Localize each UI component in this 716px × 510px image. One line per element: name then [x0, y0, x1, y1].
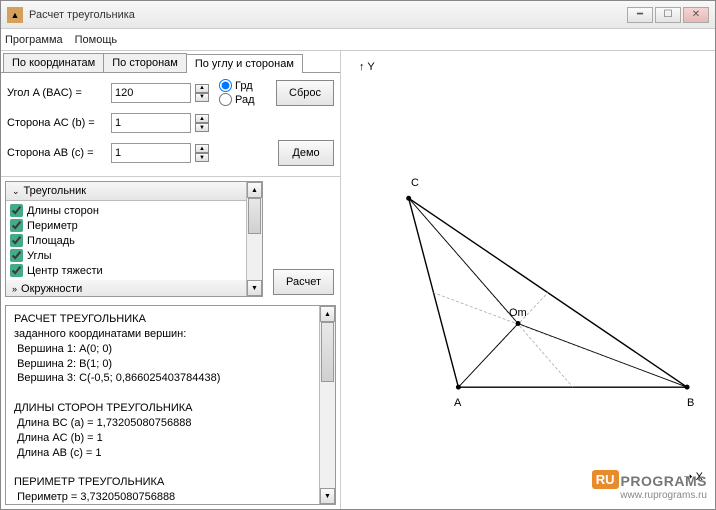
angle-spinner[interactable]: ▲▼ [195, 84, 209, 102]
side-ac-spinner[interactable]: ▲▼ [195, 114, 209, 132]
app-icon: ▲ [7, 7, 23, 23]
title-bar: ▲ Расчет треугольника ━ ☐ ✕ [1, 1, 715, 29]
check-angles[interactable]: Углы [10, 248, 242, 263]
output-text[interactable]: РАСЧЕТ ТРЕУГОЛЬНИКА заданного координата… [6, 306, 319, 504]
menu-help[interactable]: Помощь [75, 34, 118, 46]
triangle-canvas [349, 59, 707, 497]
close-button[interactable]: ✕ [683, 7, 709, 23]
centroid-label: Om [509, 307, 527, 319]
vertex-b-label: B [687, 397, 694, 409]
watermark: RUPROGRAMS www.ruprograms.ru [592, 470, 707, 501]
accordion-circles-header[interactable]: »Окружности [6, 280, 246, 296]
side-ab-input[interactable] [111, 143, 191, 163]
canvas-panel: ↑ Y ➝ X C A B Om RUPROGRAMS www.rup [341, 51, 715, 509]
accordion-scrollbar[interactable]: ▲ ▼ [246, 182, 262, 296]
input-panel: Угол A (BAC) = ▲▼ Грд Рад Сброс Сторона … [1, 73, 340, 177]
chevron-right-icon: » [12, 284, 17, 294]
tab-by-coords[interactable]: По координатам [3, 53, 104, 72]
options-accordion: ⌄Треугольник Длины сторон Периметр Площа… [5, 181, 263, 297]
menu-program[interactable]: Программа [5, 34, 63, 46]
accordion-triangle-header[interactable]: ⌄Треугольник [6, 182, 246, 201]
vertex-a-label: A [454, 397, 461, 409]
menu-bar: Программа Помощь [1, 29, 715, 51]
vertex-c-label: C [411, 177, 419, 189]
deg-radio[interactable]: Грд [219, 79, 255, 92]
minimize-button[interactable]: ━ [627, 7, 653, 23]
tabs: По координатам По сторонам По углу и сто… [1, 51, 340, 73]
check-sides[interactable]: Длины сторон [10, 203, 242, 218]
window-title: Расчет треугольника [29, 9, 627, 21]
output-panel: РАСЧЕТ ТРЕУГОЛЬНИКА заданного координата… [5, 305, 336, 505]
output-scrollbar[interactable]: ▲ ▼ [319, 306, 335, 504]
side-ab-spinner[interactable]: ▲▼ [195, 144, 209, 162]
tab-by-sides[interactable]: По сторонам [103, 53, 187, 72]
check-perimeter[interactable]: Периметр [10, 218, 242, 233]
chevron-down-icon: ⌄ [12, 186, 20, 197]
side-ab-label: Сторона AB (c) = [7, 147, 107, 159]
rad-radio[interactable]: Рад [219, 93, 255, 106]
check-area[interactable]: Площадь [10, 233, 242, 248]
angle-label: Угол A (BAC) = [7, 87, 107, 99]
maximize-button[interactable]: ☐ [655, 7, 681, 23]
angle-input[interactable] [111, 83, 191, 103]
demo-button[interactable]: Демо [278, 140, 334, 166]
reset-button[interactable]: Сброс [276, 80, 334, 106]
tab-by-angle-sides[interactable]: По углу и сторонам [186, 54, 303, 73]
check-centroid[interactable]: Центр тяжести [10, 263, 242, 278]
side-ac-input[interactable] [111, 113, 191, 133]
calculate-button[interactable]: Расчет [273, 269, 334, 295]
left-panel: По координатам По сторонам По углу и сто… [1, 51, 341, 509]
side-ac-label: Сторона AC (b) = [7, 117, 107, 129]
